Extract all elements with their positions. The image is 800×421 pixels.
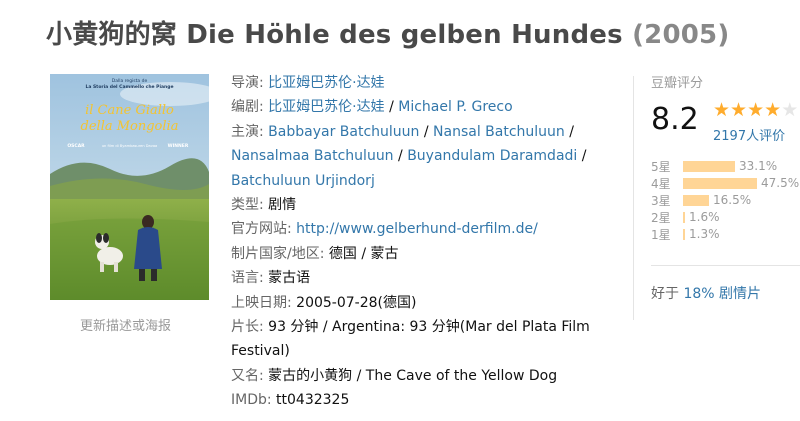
genre-value: 剧情 (268, 197, 297, 214)
aka-value: 蒙古的小黄狗 / The Cave of the Yellow Dog (268, 367, 558, 384)
rating-bar (683, 195, 709, 206)
country-row: 制片国家/地区: 德国 / 蒙古 (231, 242, 611, 266)
movie-info: 导演: 比亚姆巴苏伦·达娃 编剧: 比亚姆巴苏伦·达娃 / Michael P.… (231, 71, 611, 413)
aka-row: 又名: 蒙古的小黄狗 / The Cave of the Yellow Dog (231, 364, 611, 388)
rating-row-label: 4星 (651, 177, 671, 191)
rating-row[interactable]: 4星 47.5% (651, 175, 800, 192)
cast-link[interactable]: Nansal Batchuluun (433, 124, 565, 140)
movie-title: 小黄狗的窝 Die Höhle des gelben Hundes (46, 20, 623, 50)
rating-bar (683, 212, 685, 223)
rating-row[interactable]: 5星 33.1% (651, 158, 800, 175)
better-than: 好于 18% 剧情片 (651, 283, 761, 303)
poster-award-left: OSCAR (67, 143, 85, 149)
poster-title-line2: della Mongolia (81, 119, 179, 134)
rating-row-label: 2星 (651, 211, 671, 225)
cast-link[interactable]: Buyandulam Daramdadi (407, 148, 577, 164)
runtime-value: 93 分钟 / Argentina: 93 分钟(Mar del Plata F… (231, 319, 590, 360)
rating-row[interactable]: 1星 1.3% (651, 226, 800, 243)
rating-row-label: 5星 (651, 160, 671, 174)
aka-label: 又名: (231, 367, 264, 384)
rating-stars: ★★★★★ (713, 99, 798, 121)
language-row: 语言: 蒙古语 (231, 266, 611, 290)
writer-label: 编剧 (231, 99, 259, 116)
poster-top-caption: Dalla regista de (112, 78, 148, 84)
star-icon: ★ (713, 99, 731, 121)
genre-row: 类型: 剧情 (231, 193, 611, 217)
imdb-row: IMDb: tt0432325 (231, 388, 611, 412)
website-label: 官方网站: (231, 221, 292, 238)
director-link[interactable]: 比亚姆巴苏伦·达娃 (268, 75, 384, 91)
better-than-prefix: 好于 (651, 286, 679, 302)
rating-row[interactable]: 3星 16.5% (651, 192, 800, 209)
imdb-value: tt0432325 (276, 392, 350, 409)
language-label: 语言: (231, 270, 264, 287)
cast-row: 主演: Babbayar Batchuluun / Nansal Batchul… (231, 123, 587, 189)
rating-percent: 16.5% (713, 193, 752, 207)
language-value: 蒙古语 (268, 270, 311, 287)
poster-credit: un film di Byambasuren Davaa (102, 144, 157, 148)
writer-link[interactable]: Michael P. Greco (398, 99, 512, 115)
imdb-label: IMDb: (231, 392, 272, 409)
rating-panel: 豆瓣评分 8.2 ★★★★★ 2197人评价 5星 33.1% 4星 47.5%… (651, 72, 800, 242)
rating-percent: 1.6% (689, 210, 720, 224)
poster-title-line1: il Cane Giallo (85, 103, 174, 118)
writer-row: 编剧: 比亚姆巴苏伦·达娃 / Michael P. Greco (231, 99, 513, 116)
website-link[interactable]: http://www.gelberhund-derfilm.de/ (296, 221, 538, 237)
website-row: 官方网站: http://www.gelberhund-derfilm.de/ (231, 217, 611, 241)
vertical-divider (633, 76, 634, 320)
star-icon: ★ (747, 99, 765, 121)
cast-link[interactable]: Nansalmaa Batchuluun (231, 148, 394, 164)
runtime-label: 片长: (231, 319, 264, 336)
rating-percent: 33.1% (739, 159, 778, 173)
country-label: 制片国家/地区: (231, 245, 325, 262)
release-label: 上映日期: (231, 294, 292, 311)
page-title: 小黄狗的窝 Die Höhle des gelben Hundes (2005) (46, 14, 729, 51)
votes-link[interactable]: 2197人评价 (713, 125, 785, 144)
runtime-row: 片长: 93 分钟 / Argentina: 93 分钟(Mar del Pla… (231, 315, 611, 364)
poster-top-subcaption: La Storia del Cammello che Piange (85, 84, 173, 90)
better-than-link[interactable]: 18% 剧情片 (683, 286, 761, 302)
poster-award-right: WINNER (168, 143, 189, 149)
rating-label: 豆瓣评分 (651, 76, 704, 91)
rating-percent: 1.3% (689, 227, 720, 241)
poster-image: Dalla regista de La Storia del Cammello … (50, 74, 209, 300)
star-icon: ★ (730, 99, 748, 121)
director-label: 导演 (231, 75, 259, 91)
genre-label: 类型: (231, 197, 264, 214)
horizontal-divider (651, 265, 800, 266)
star-empty-icon: ★ (781, 99, 799, 121)
star-icon: ★ (764, 99, 782, 121)
release-row: 上映日期: 2005-07-28(德国) (231, 291, 611, 315)
release-value: 2005-07-28(德国) (296, 294, 417, 311)
rating-row-label: 3星 (651, 194, 671, 208)
rating-distribution: 5星 33.1% 4星 47.5% 3星 16.5% 2星 1.6% 1星 1.… (651, 158, 800, 243)
rating-percent: 47.5% (761, 176, 800, 190)
writer-link[interactable]: 比亚姆巴苏伦·达娃 (268, 99, 384, 115)
cast-link[interactable]: Batchuluun Urjindorj (231, 173, 375, 189)
update-poster-link[interactable]: 更新描述或海报 (80, 315, 171, 334)
rating-bar (683, 229, 685, 240)
rating-bar (683, 161, 735, 172)
cast-label: 主演 (231, 123, 259, 140)
rating-row-label: 1星 (651, 228, 671, 242)
rating-score: 8.2 (651, 102, 699, 137)
movie-year: (2005) (632, 20, 730, 50)
cast-link[interactable]: Babbayar Batchuluun (268, 124, 419, 140)
rating-row[interactable]: 2星 1.6% (651, 209, 800, 226)
movie-poster[interactable]: Dalla regista de La Storia del Cammello … (50, 74, 209, 300)
director-row: 导演: 比亚姆巴苏伦·达娃 (231, 75, 385, 91)
country-value: 德国 / 蒙古 (328, 245, 399, 262)
rating-bar (683, 178, 757, 189)
